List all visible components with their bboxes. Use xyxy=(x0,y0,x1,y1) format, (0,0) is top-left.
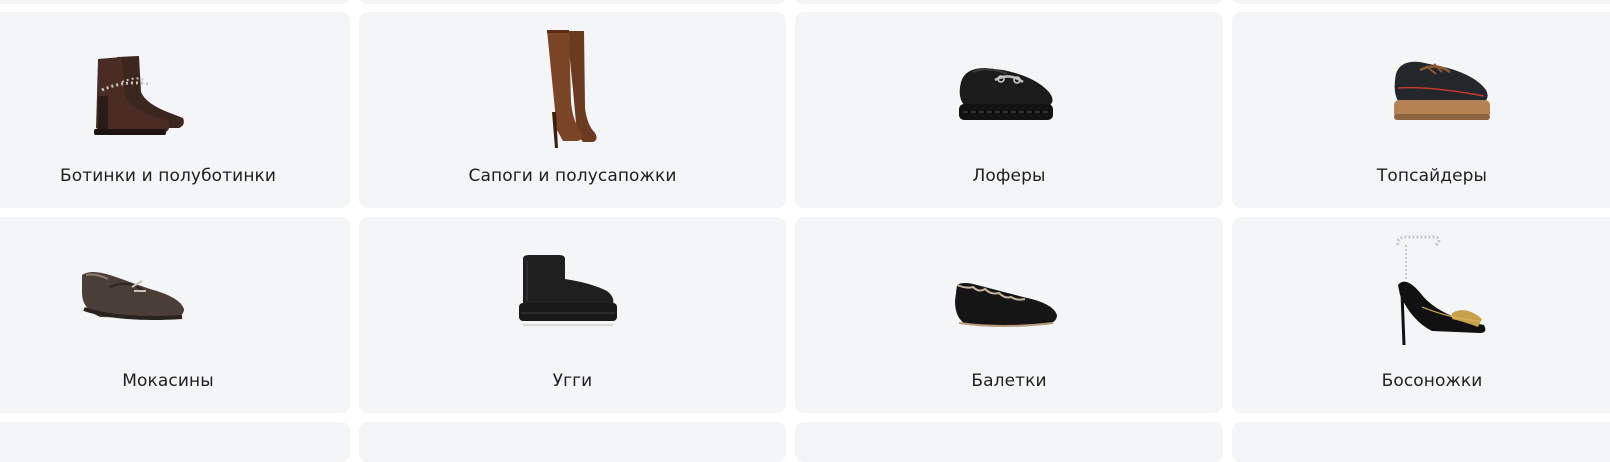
category-card-partial[interactable] xyxy=(0,0,350,4)
category-label: Ботинки и полуботинки xyxy=(59,166,277,186)
loafer-icon xyxy=(959,68,1053,120)
category-card-loafers[interactable]: Лоферы xyxy=(795,12,1223,208)
category-card-ankle-boots[interactable]: Ботинки и полуботинки xyxy=(0,12,350,208)
category-card-moccasins[interactable]: Мокасины xyxy=(0,217,350,413)
category-card-boat-shoes[interactable]: Топсайдеры xyxy=(1232,12,1610,208)
category-card-ballet-flats[interactable]: Балетки xyxy=(795,217,1223,413)
category-label: Сапоги и полусапожки xyxy=(468,166,677,186)
category-label: Топсайдеры xyxy=(1376,166,1488,186)
moccasin-icon xyxy=(82,272,184,320)
boat-shoe-icon xyxy=(1394,61,1490,120)
category-label: Угги xyxy=(552,371,593,391)
category-card-uggs[interactable]: Угги xyxy=(359,217,786,413)
ballet-flat-icon xyxy=(955,283,1057,327)
ankle-boot-icon xyxy=(94,56,184,135)
category-label: Босоножки xyxy=(1381,371,1483,391)
category-card-boots[interactable]: Сапоги и полусапожки xyxy=(359,12,786,208)
category-card-partial[interactable] xyxy=(1232,0,1610,4)
sandal-icon xyxy=(1396,235,1486,346)
category-card-sandals[interactable]: Босоножки xyxy=(1232,217,1610,413)
ugg-boot-icon xyxy=(519,255,617,326)
category-card-partial[interactable] xyxy=(795,422,1223,462)
category-label: Балетки xyxy=(971,371,1047,391)
tall-boot-icon xyxy=(547,30,597,148)
category-card-partial[interactable] xyxy=(359,422,786,462)
category-card-partial[interactable] xyxy=(0,422,350,462)
category-label: Лоферы xyxy=(972,166,1046,186)
category-label: Мокасины xyxy=(122,371,214,391)
category-card-partial[interactable] xyxy=(795,0,1223,4)
category-grid: Ботинки и полуботинки Сапоги и полусапож… xyxy=(0,0,1610,462)
category-card-partial[interactable] xyxy=(359,0,786,4)
category-card-partial[interactable] xyxy=(1232,422,1610,462)
